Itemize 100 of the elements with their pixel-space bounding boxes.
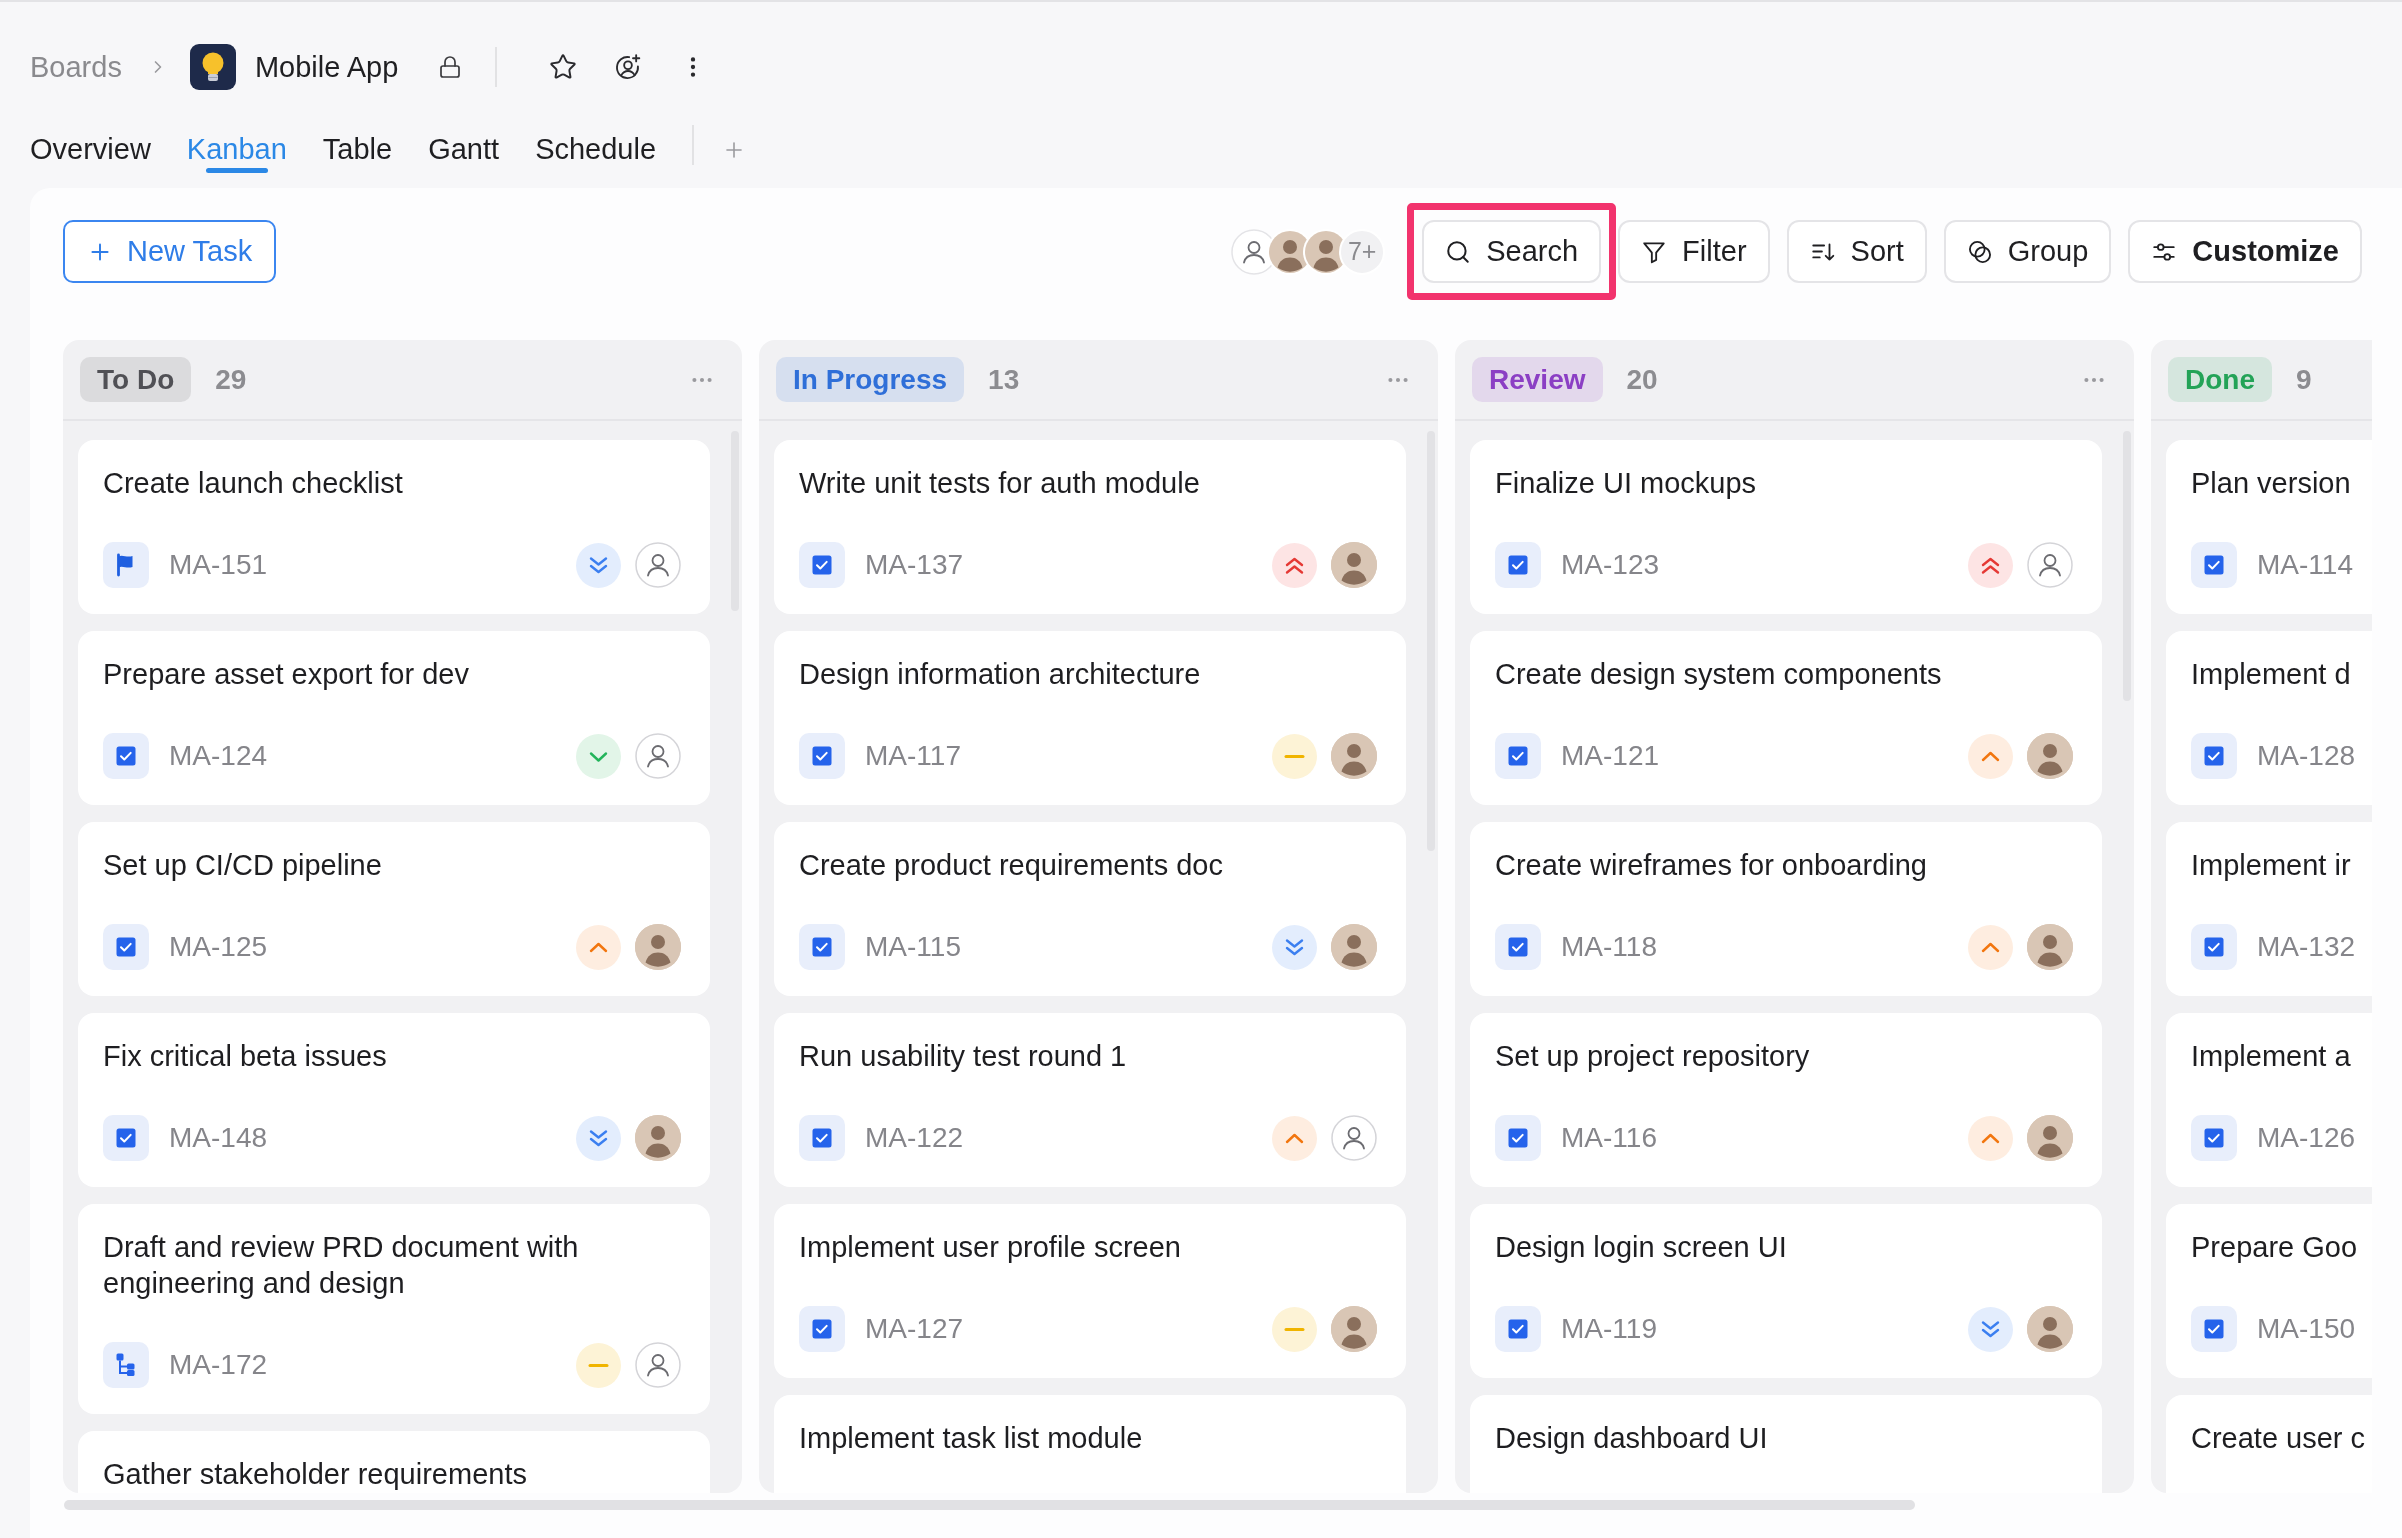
column-title: In Progress <box>776 357 965 402</box>
task-card[interactable]: Implement d MA-128 <box>2166 631 2372 805</box>
task-card[interactable]: Implement ir MA-132 <box>2166 822 2372 996</box>
task-title: Create wireframes for onboarding <box>1495 848 1927 883</box>
double-chevron-up-icon <box>1968 542 2013 588</box>
horizontal-scrollbar-thumb[interactable] <box>64 1500 1915 1510</box>
task-id: MA-123 <box>1561 548 1660 582</box>
task-title: Fix critical beta issues <box>103 1039 387 1074</box>
filter-button[interactable]: Filter <box>1618 220 1770 283</box>
new-task-button[interactable]: New Task <box>63 220 277 283</box>
chevron-up-icon <box>1968 1115 2013 1161</box>
task-card[interactable]: Prepare Goo MA-150 <box>2166 1204 2372 1378</box>
task-id: MA-150 <box>2257 1312 2356 1346</box>
task-card[interactable]: Draft and review PRD document with engineering and design MA-172 <box>78 1204 710 1414</box>
overlapping-circles-icon <box>1966 238 1993 265</box>
user-avatar-icon <box>2027 1306 2073 1352</box>
customize-button[interactable]: Customize <box>2128 220 2362 283</box>
add-person-icon[interactable] <box>614 53 643 81</box>
lock-icon[interactable] <box>438 55 463 79</box>
board-title: Mobile App <box>254 52 399 82</box>
column-title: Done <box>2168 357 2272 402</box>
hierarchy-icon <box>103 1342 149 1388</box>
task-id: MA-114 <box>2257 548 2353 582</box>
task-title: Implement task list module <box>799 1421 1143 1456</box>
double-chevron-down-icon <box>576 1115 621 1161</box>
chevron-up-icon <box>1968 733 2013 779</box>
checkbox-icon <box>103 1115 149 1161</box>
column-title: To Do <box>80 357 192 402</box>
tab[interactable]: Gantt <box>428 131 500 173</box>
checkbox-icon <box>799 733 845 779</box>
chevron-up-icon <box>1968 924 2013 970</box>
task-title: Prepare Goo <box>2191 1230 2358 1265</box>
task-title: Set up project repository <box>1495 1039 1810 1074</box>
chevron-down-icon <box>576 733 621 779</box>
task-title: Implement d <box>2191 657 2351 692</box>
task-card[interactable]: Create launch checklist MA-151 <box>78 440 710 614</box>
task-count: 29 <box>215 362 247 397</box>
tab[interactable]: Table <box>322 131 393 173</box>
task-title: Set up CI/CD pipeline <box>103 848 382 883</box>
task-card[interactable]: Implement a MA-126 <box>2166 1013 2372 1187</box>
star-icon[interactable] <box>549 53 578 81</box>
task-card[interactable]: Set up CI/CD pipeline MA-125 <box>78 822 710 996</box>
task-card[interactable]: Design information architecture MA-117 <box>774 631 1406 805</box>
double-chevron-down-icon <box>1968 1306 2013 1352</box>
task-title: Draft and review PRD document with engineering and design <box>103 1230 580 1301</box>
checkbox-icon <box>799 1115 845 1161</box>
task-card[interactable]: Design login screen UI MA-119 <box>1470 1204 2102 1378</box>
flag-icon <box>103 542 149 588</box>
tab[interactable]: Schedule <box>535 131 657 173</box>
tab[interactable]: Overview <box>30 131 151 173</box>
task-card[interactable]: Fix critical beta issues MA-148 <box>78 1013 710 1187</box>
task-card[interactable]: Plan version MA-114 <box>2166 440 2372 614</box>
checkbox-icon <box>799 924 845 970</box>
lightbulb-icon <box>189 44 236 90</box>
checkbox-icon <box>2191 733 2237 779</box>
user-avatar-icon <box>635 1115 681 1161</box>
task-id: MA-125 <box>169 930 268 964</box>
task-title: Design information architecture <box>799 657 1201 692</box>
task-card[interactable]: Run usability test round 1 MA-122 <box>774 1013 1406 1187</box>
user-avatar-icon <box>635 924 681 970</box>
task-title: Run usability test round 1 <box>799 1039 1127 1074</box>
search-button[interactable]: Search <box>1422 220 1602 283</box>
task-card[interactable]: Create design system components MA-121 <box>1470 631 2102 805</box>
checkbox-icon <box>103 733 149 779</box>
task-card[interactable]: Design dashboard UI <box>1470 1395 2102 1493</box>
checkbox-icon <box>1495 1115 1541 1161</box>
task-id: MA-122 <box>865 1121 964 1155</box>
task-id: MA-137 <box>865 548 964 582</box>
double-chevron-down-icon <box>1272 924 1317 970</box>
task-title: Create user c <box>2191 1421 2366 1456</box>
task-card[interactable]: Implement task list module <box>774 1395 1406 1493</box>
task-card[interactable]: Write unit tests for auth module MA-137 <box>774 440 1406 614</box>
user-avatar-icon <box>2027 1115 2073 1161</box>
person-outline-icon <box>635 1342 681 1388</box>
task-title: Create launch checklist <box>103 466 403 501</box>
task-id: MA-172 <box>169 1348 268 1382</box>
person-outline-icon <box>635 542 681 588</box>
person-outline-icon <box>2027 542 2073 588</box>
checkbox-icon <box>799 1306 845 1352</box>
task-card[interactable]: Set up project repository MA-116 <box>1470 1013 2102 1187</box>
checkbox-icon <box>1495 542 1541 588</box>
task-card[interactable]: Finalize UI mockups MA-123 <box>1470 440 2102 614</box>
chevron-up-icon <box>1272 1115 1317 1161</box>
group-button[interactable]: Group <box>1943 220 2112 283</box>
checkbox-icon <box>2191 1115 2237 1161</box>
task-card[interactable]: Implement user profile screen MA-127 <box>774 1204 1406 1378</box>
checkbox-icon <box>1495 924 1541 970</box>
checkbox-icon <box>1495 733 1541 779</box>
task-card[interactable]: Create product requirements doc MA-115 <box>774 822 1406 996</box>
task-id: MA-151 <box>169 548 268 582</box>
task-card[interactable]: Create user c <box>2166 1395 2372 1493</box>
sort-button[interactable]: Sort <box>1786 220 1927 283</box>
task-title: Plan version <box>2191 466 2351 501</box>
task-card[interactable]: Gather stakeholder requirements <box>78 1431 710 1493</box>
task-title: Implement a <box>2191 1039 2351 1074</box>
task-title: Implement ir <box>2191 848 2351 883</box>
user-avatar-icon <box>2027 924 2073 970</box>
task-card[interactable]: Prepare asset export for dev MA-124 <box>78 631 710 805</box>
task-card[interactable]: Create wireframes for onboarding MA-118 <box>1470 822 2102 996</box>
task-id: MA-115 <box>865 930 961 964</box>
